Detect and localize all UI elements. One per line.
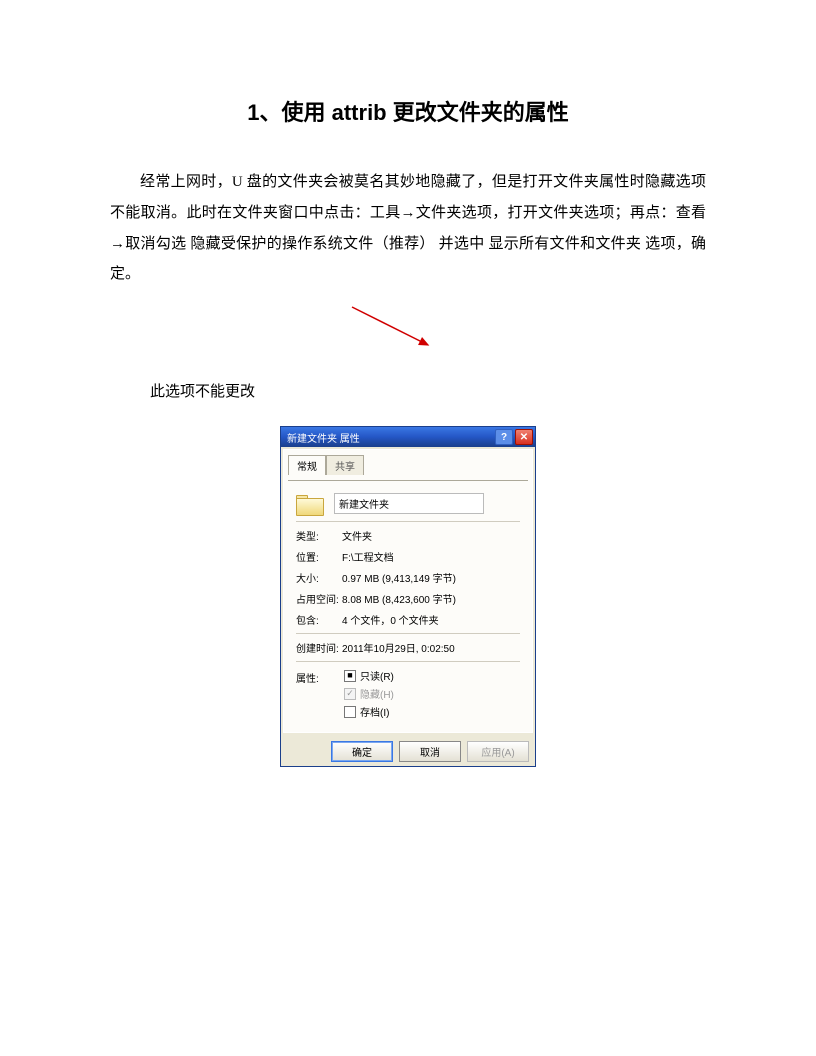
value-location: F:\工程文档 (342, 549, 520, 564)
label-location: 位置: (296, 549, 342, 564)
checkbox-hidden: ✓隐藏(H) (344, 686, 520, 701)
label-type: 类型: (296, 528, 342, 543)
folder-icon (296, 491, 324, 515)
checkbox-archive[interactable]: 存档(I) (344, 704, 520, 719)
arrow-annotation (110, 305, 706, 360)
label-sizeondisk: 占用空间: (296, 591, 342, 606)
label-size: 大小: (296, 570, 342, 585)
checkbox-readonly[interactable]: ■只读(R) (344, 668, 520, 683)
value-type: 文件夹 (342, 528, 520, 543)
value-sizeondisk: 8.08 MB (8,423,600 字节) (342, 591, 520, 606)
dialog-tabs: 常规 共享 (288, 454, 528, 474)
value-size: 0.97 MB (9,413,149 字节) (342, 570, 520, 585)
cancel-button[interactable]: 取消 (399, 741, 461, 762)
label-contains: 包含: (296, 612, 342, 627)
dialog-titlebar[interactable]: 新建文件夹 属性 ? ✕ (281, 427, 535, 447)
checkbox-archive-label: 存档(I) (360, 704, 389, 719)
value-created: 2011年10月29日, 0:02:50 (342, 640, 520, 655)
checkbox-readonly-label: 只读(R) (360, 668, 394, 683)
label-attributes: 属性: (296, 668, 342, 722)
help-button[interactable]: ? (495, 429, 513, 445)
tab-general[interactable]: 常规 (288, 455, 326, 475)
arrow-caption: 此选项不能更改 (150, 380, 706, 401)
folder-name-field[interactable]: 新建文件夹 (334, 493, 484, 514)
apply-button: 应用(A) (467, 741, 529, 762)
ok-button[interactable]: 确定 (331, 741, 393, 762)
close-button[interactable]: ✕ (515, 429, 533, 445)
dialog-title-text: 新建文件夹 属性 (287, 430, 493, 445)
value-contains: 4 个文件，0 个文件夹 (342, 612, 520, 627)
tab-share[interactable]: 共享 (326, 455, 364, 475)
arrow-icon (350, 305, 440, 355)
label-created: 创建时间: (296, 640, 342, 655)
properties-dialog: 新建文件夹 属性 ? ✕ 常规 共享 新建文件夹 类型:文件夹 位置:F:\工程… (280, 426, 536, 767)
page-title: 1、使用 attrib 更改文件夹的属性 (110, 95, 706, 127)
body-paragraph: 经常上网时，U 盘的文件夹会被莫名其妙地隐藏了，但是打开文件夹属性时隐藏选项不能… (110, 167, 706, 290)
checkbox-hidden-label: 隐藏(H) (360, 686, 394, 701)
